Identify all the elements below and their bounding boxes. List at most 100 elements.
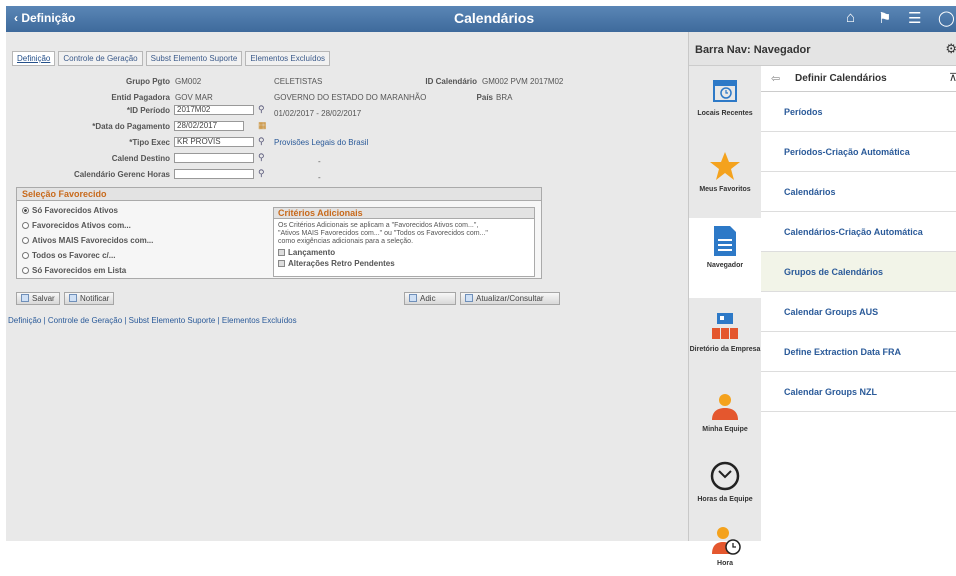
add-button[interactable]: Adic [404,292,456,305]
notify-icon [69,294,77,302]
tab-elementos-excluidos[interactable]: Elementos Excluídos [245,51,331,66]
menu-icon[interactable]: ☰ [908,9,921,27]
save-button[interactable]: Salvar [16,292,60,305]
radio-ativos-mais[interactable]: Ativos MAIS Favorecidos com... [22,236,153,245]
time-icon [712,527,741,555]
cal-gerenc-label: Calendário Gerenc Horas [73,170,170,179]
criterios-title: Critérios Adicionais [274,208,534,219]
gear-icon[interactable]: ⚙ [945,41,956,57]
nav-item-calendar-groups-nzl[interactable]: Calendar Groups NZL [761,372,956,412]
nav-navegador[interactable]: Navegador [689,218,761,298]
grupo-pgto-value: GM002 [175,77,202,86]
flag-icon[interactable]: ⚑ [878,9,891,27]
checkbox-retro[interactable]: Alterações Retro Pendentes [274,259,534,268]
calendar-icon[interactable]: ▦ [258,120,267,131]
back-label: Definição [21,11,76,25]
grupo-pgto-desc: CELETISTAS [274,77,323,86]
back-arrow-icon[interactable]: ⇦ [771,72,780,85]
star-icon [710,152,740,180]
calend-destino-lookup-icon[interactable]: ⚲ [258,152,265,163]
nav-minha-equipe[interactable]: Minha Equipe [689,392,761,452]
tipo-exec-desc: Provisões Legais do Brasil [274,138,369,147]
nav-item-calendarios-auto[interactable]: Calendários-Criação Automática [761,212,956,252]
calend-destino-desc: - [318,157,321,166]
checkbox-icon [278,260,285,267]
checkbox-lancamento[interactable]: Lançamento [274,248,534,257]
save-icon [21,294,29,302]
nav-list-header: ⇦ Definir Calendários ⊼ [761,66,956,92]
id-calendario-label: ID Calendário [425,77,477,86]
nav-list-title: Definir Calendários [795,73,887,84]
cal-gerenc-desc: - [318,173,321,182]
nav-meus-favoritos[interactable]: Meus Favoritos [689,150,761,210]
back-button[interactable]: ‹ Definição [14,11,75,25]
radio-so-ativos[interactable]: Só Favorecidos Ativos [22,206,118,215]
radio-icon [22,222,29,229]
nav-diretorio-empresa[interactable]: Diretório da Empresa [689,312,761,382]
data-pgto-label: *Data do Pagamento [92,122,170,131]
checkbox-icon [278,249,285,256]
cal-gerenc-lookup-icon[interactable]: ⚲ [258,168,265,179]
directory-icon [712,313,738,339]
radio-ativos-com[interactable]: Favorecidos Ativos com... [22,221,131,230]
nav-horas-equipe[interactable]: Horas da Equipe [689,460,761,520]
data-pgto-input[interactable]: 28/02/2017 [174,121,244,131]
nav-item-periodos[interactable]: Períodos [761,92,956,132]
nav-item-grupos-calendarios[interactable]: Grupos de Calendários [761,252,956,292]
add-icon [409,294,417,302]
footer-links[interactable]: Definição | Controle de Geração | Subst … [8,316,297,325]
id-calendario-value: GM002 PVM 2017M02 [482,77,564,86]
tab-subst-elemento[interactable]: Subst Elemento Suporte [145,51,243,66]
nav-column: Locais Recentes Meus Favoritos Navegador… [689,66,761,567]
search-icon [465,294,473,302]
radio-em-lista[interactable]: Só Favorecidos em Lista [22,266,126,275]
navigator-icon [714,226,736,256]
pais-label: País [476,93,493,102]
selecao-favorecido-title: Seleção Favorecido [17,188,541,201]
grupo-pgto-label: Grupo Pgto [126,77,170,86]
periodo-range: 01/02/2017 - 28/02/2017 [274,109,362,118]
tipo-exec-lookup-icon[interactable]: ⚲ [258,136,265,147]
notify-button[interactable]: Notificar [64,292,115,305]
nav-item-calendar-groups-aus[interactable]: Calendar Groups AUS [761,292,956,332]
calend-destino-input[interactable] [174,153,254,163]
id-periodo-input[interactable]: 2017M02 [174,105,254,115]
tipo-exec-label: *Tipo Exec [129,138,170,147]
nav-panel-title: Barra Nav: Navegador [695,44,811,56]
team-icon [712,394,738,420]
calend-destino-label: Calend Destino [111,154,170,163]
pais-value: BRA [496,93,513,102]
nav-panel-header: Barra Nav: Navegador ⚙ [689,32,956,66]
tab-bar: Definição Controle de Geração Subst Elem… [12,51,333,66]
tipo-exec-input[interactable]: KR PROVIS [174,137,254,147]
criterios-adicionais-box: Critérios Adicionais Os Critérios Adicio… [273,207,535,277]
main-content: Definição Controle de Geração Subst Elem… [6,32,688,541]
radio-icon [22,237,29,244]
nav-hora[interactable]: Hora [689,526,761,576]
radio-todos[interactable]: Todos os Favorec c/... [22,251,115,260]
update-button[interactable]: Atualizar/Consultar [460,292,560,305]
entid-label: Entid Pagadora [111,93,170,102]
home-icon[interactable]: ⌂ [846,9,855,26]
page-title: Calendários [454,10,535,26]
clock-icon [710,461,740,491]
selecao-favorecido-group: Seleção Favorecido Só Favorecidos Ativos… [16,187,542,279]
id-periodo-label: *ID Período [126,106,170,115]
recent-places-icon [713,80,737,102]
tab-controle-geracao[interactable]: Controle de Geração [58,51,143,66]
radio-icon [22,252,29,259]
radio-selected-icon [22,207,29,214]
radio-icon [22,267,29,274]
pin-icon[interactable]: ⊼ [949,71,956,84]
id-periodo-lookup-icon[interactable]: ⚲ [258,104,265,115]
navbar-icon[interactable]: ◯ [938,9,955,27]
nav-item-define-extraction-fra[interactable]: Define Extraction Data FRA [761,332,956,372]
cal-gerenc-input[interactable] [174,169,254,179]
nav-locais-recentes[interactable]: Locais Recentes [689,76,761,136]
tab-definicao[interactable]: Definição [12,51,56,66]
nav-list: ⇦ Definir Calendários ⊼ Períodos Período… [761,66,956,412]
nav-item-periodos-auto[interactable]: Períodos-Criação Automática [761,132,956,172]
entid-value: GOV MAR [175,93,213,102]
nav-item-calendarios[interactable]: Calendários [761,172,956,212]
criterios-text: Os Critérios Adicionais se aplicam a "Fa… [278,222,488,245]
